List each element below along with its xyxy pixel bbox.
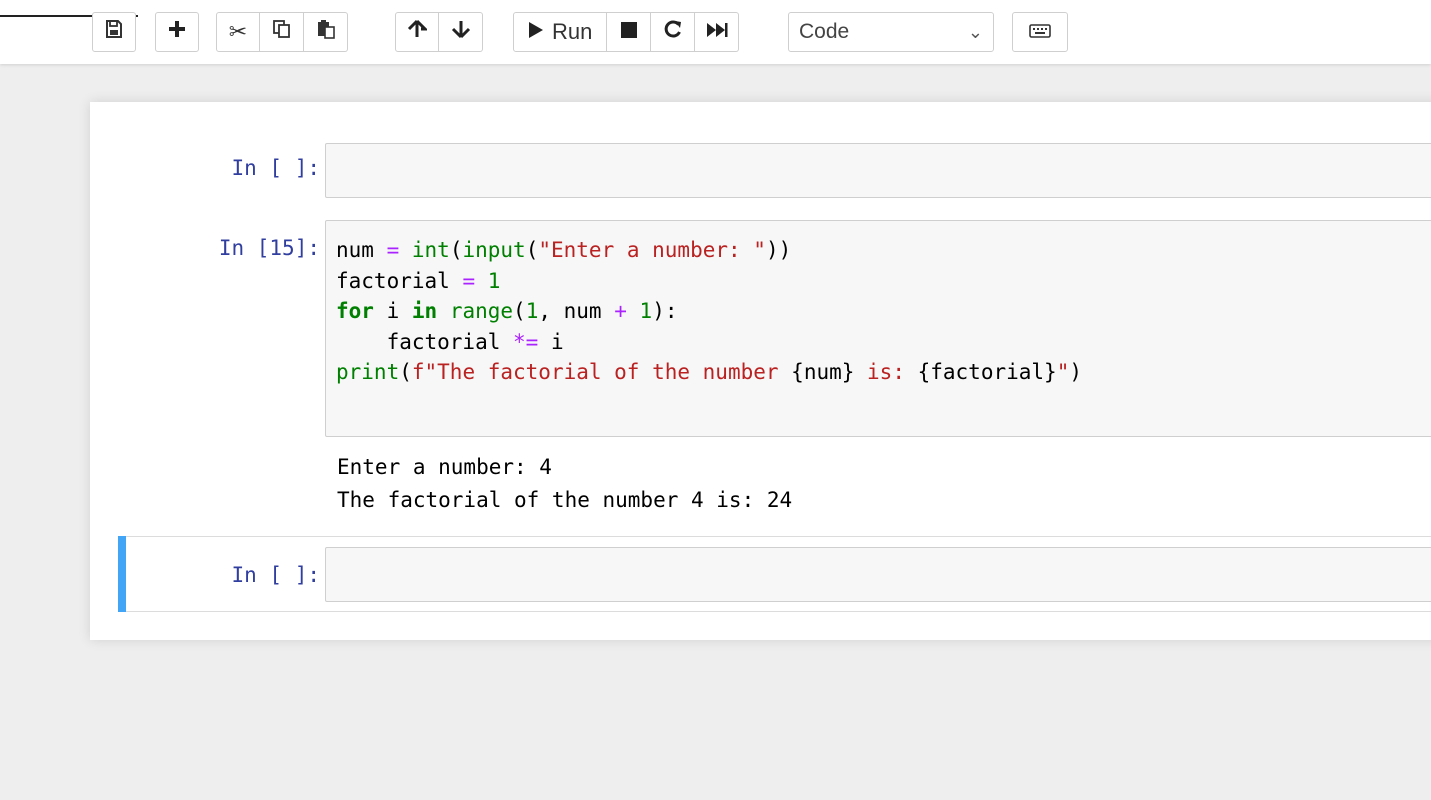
command-palette-button[interactable] <box>1012 12 1068 52</box>
notebook-toolbar: ✂ Run Code ⌄ <box>0 0 1431 64</box>
play-icon <box>528 19 544 45</box>
move-down-button[interactable] <box>439 12 483 52</box>
run-all-button[interactable] <box>695 12 740 52</box>
output-line: The factorial of the number 4 is: 24 <box>337 488 793 512</box>
chevron-down-icon: ⌄ <box>967 21 983 42</box>
cell-type-select[interactable]: Code ⌄ <box>788 12 994 52</box>
run-button[interactable]: Run <box>513 12 608 52</box>
move-up-button[interactable] <box>395 12 439 52</box>
code-line: num = int(input("Enter a number: ")) <box>336 238 792 262</box>
plus-icon <box>167 19 187 45</box>
code-line: for i in range(1, num + 1): <box>336 299 678 323</box>
code-cell-input[interactable]: num = int(input("Enter a number: ")) fac… <box>325 220 1431 437</box>
fast-forward-icon <box>706 19 728 45</box>
scissors-icon: ✂ <box>228 19 248 44</box>
arrow-up-icon <box>407 19 429 45</box>
run-label: Run <box>552 19 593 44</box>
code-cell-input[interactable] <box>325 143 1431 198</box>
keyboard-group <box>1012 12 1068 52</box>
paste-button[interactable] <box>304 12 348 52</box>
move-group <box>395 12 483 52</box>
save-button[interactable] <box>92 12 136 52</box>
stop-icon <box>620 19 638 45</box>
keyboard-icon <box>1029 19 1051 45</box>
edit-group: ✂ <box>216 12 348 52</box>
cell-type-value: Code <box>799 20 850 43</box>
restart-icon <box>663 19 683 45</box>
cell-output: Enter a number: 4 The factorial of the n… <box>337 451 792 517</box>
cell-prompt: In [ ]: <box>231 563 320 587</box>
floppy-disk-icon <box>104 19 124 45</box>
copy-icon <box>272 19 292 45</box>
insert-group <box>155 12 199 52</box>
notebook-container: In [ ]: In [15]: num = int(input("Enter … <box>90 102 1431 640</box>
interrupt-button[interactable] <box>607 12 652 52</box>
code-line: factorial = 1 <box>336 268 501 293</box>
code-line: factorial *= i <box>336 329 564 354</box>
run-group: Run <box>513 12 740 52</box>
restart-button[interactable] <box>651 12 696 52</box>
copy-button[interactable] <box>260 12 304 52</box>
code-editor[interactable]: num = int(input("Enter a number: ")) fac… <box>336 235 1082 388</box>
insert-cell-button[interactable] <box>155 12 199 52</box>
cell-prompt: In [ ]: <box>231 156 320 180</box>
save-group <box>92 12 136 52</box>
output-line: Enter a number: 4 <box>337 455 552 479</box>
arrow-down-icon <box>451 19 471 45</box>
paste-icon <box>316 19 336 45</box>
cut-button[interactable]: ✂ <box>216 12 260 52</box>
code-cell-input[interactable] <box>325 547 1431 602</box>
cell-prompt: In [15]: <box>218 236 320 260</box>
code-line: print(f"The factorial of the number {num… <box>336 360 1082 384</box>
